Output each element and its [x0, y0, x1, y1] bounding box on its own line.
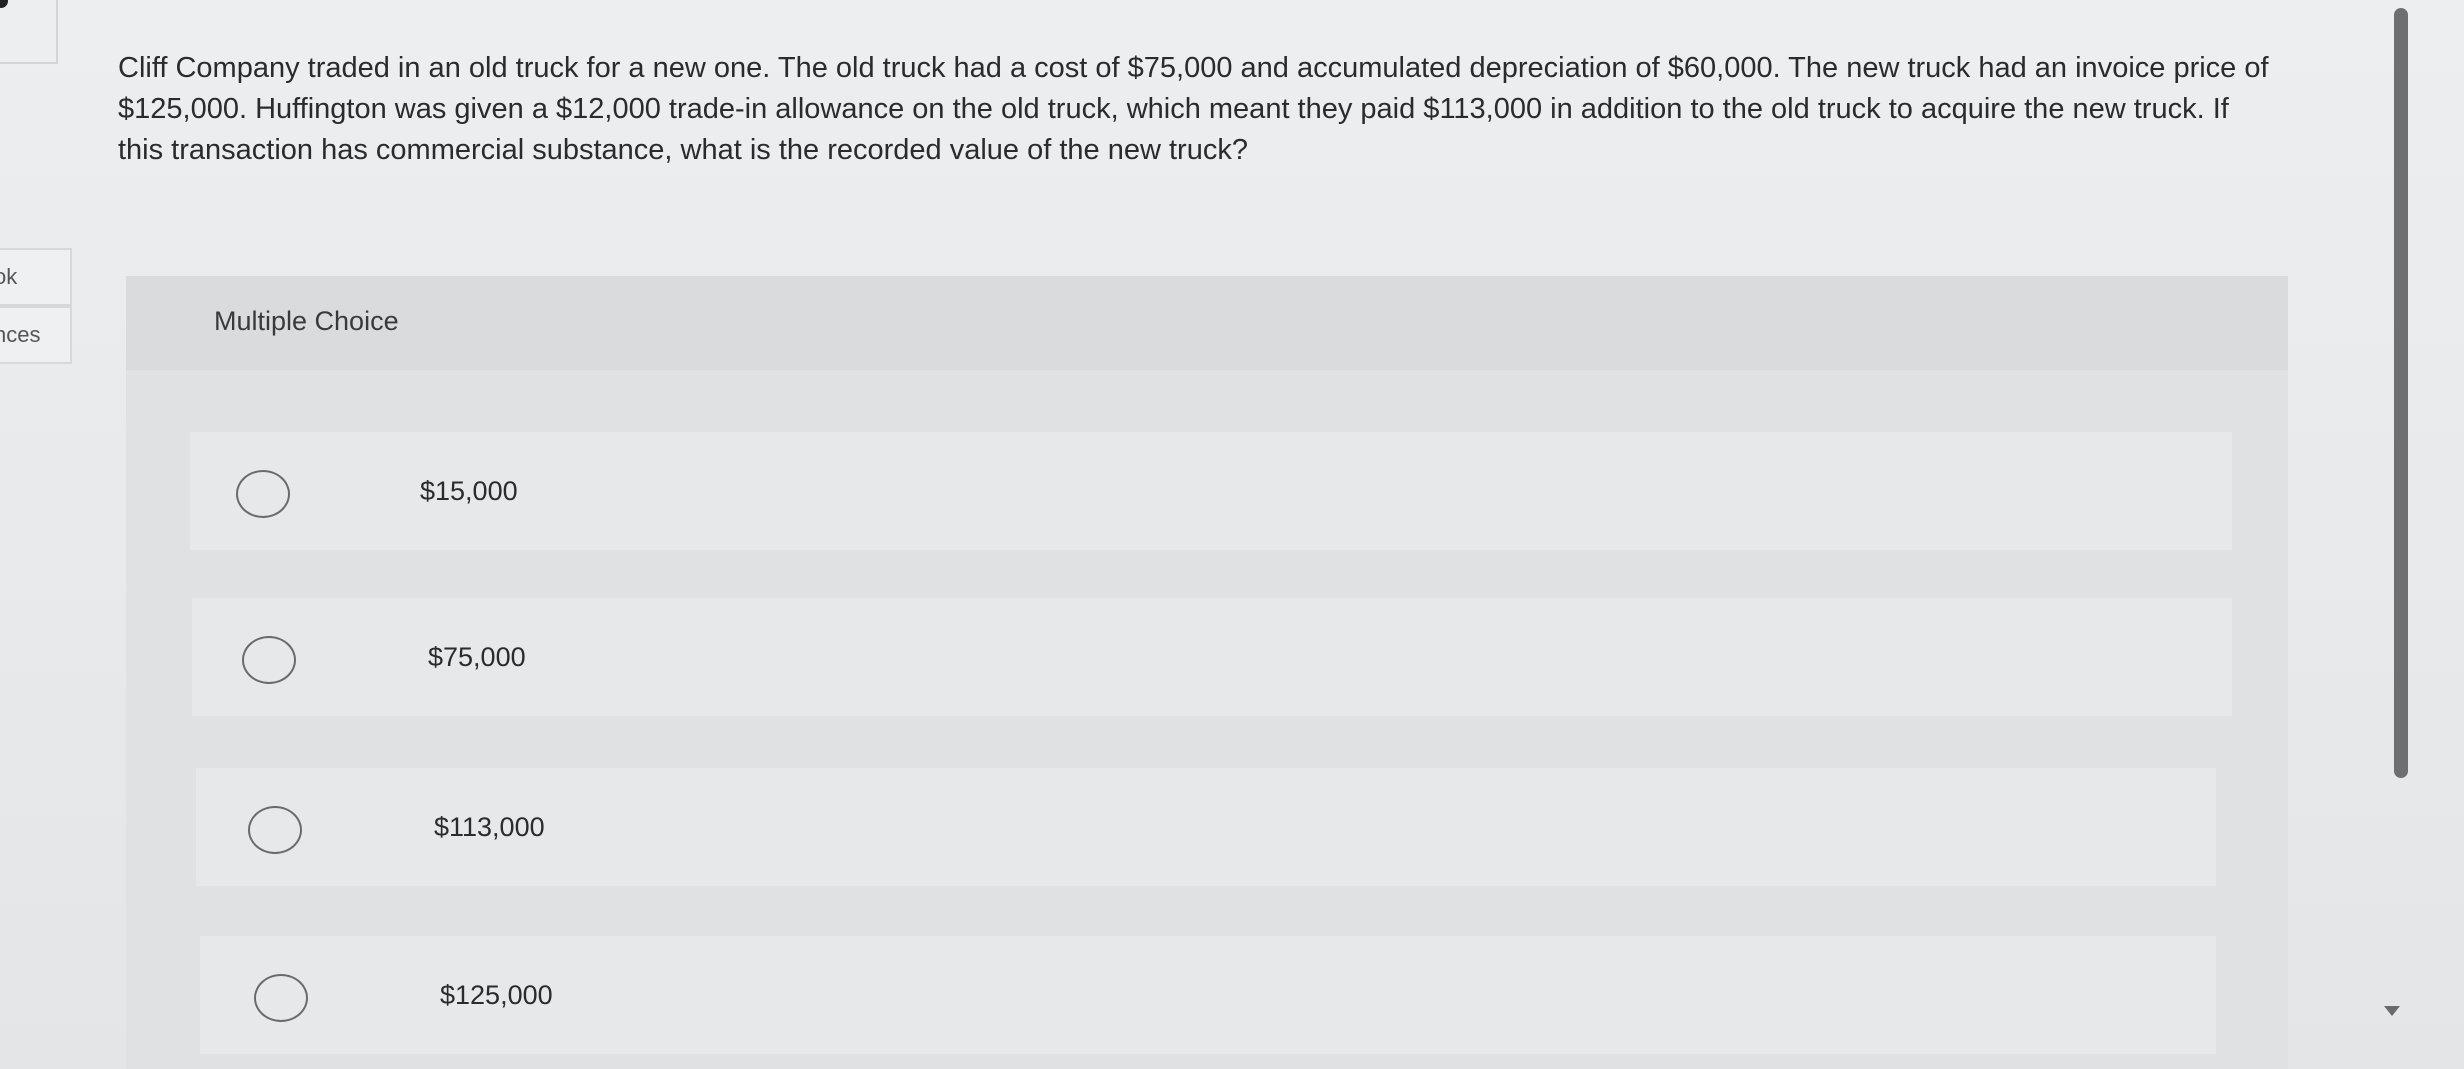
radio-circle-icon[interactable]: [254, 974, 308, 1022]
radio-circle-icon[interactable]: [242, 636, 296, 684]
radio-circle-icon[interactable]: [236, 470, 290, 518]
scrollbar-thumb[interactable]: [2394, 8, 2408, 778]
bullet-dot-icon: [0, 0, 8, 8]
sidebar-tab-ebook[interactable]: ok: [0, 248, 72, 306]
answer-option-3[interactable]: $113,000: [196, 768, 2216, 886]
answer-option-2[interactable]: $75,000: [192, 598, 2232, 716]
multiple-choice-header: Multiple Choice: [126, 276, 2288, 370]
answer-option-4[interactable]: $125,000: [200, 936, 2216, 1054]
multiple-choice-label: Multiple Choice: [214, 306, 399, 336]
left-top-panel-edge: [0, 0, 58, 64]
answer-option-label: $113,000: [434, 812, 545, 842]
sidebar-tab-references[interactable]: nces: [0, 306, 72, 364]
answer-option-1[interactable]: $15,000: [190, 432, 2232, 550]
triangle-down-icon[interactable]: [2384, 1006, 2400, 1016]
answer-option-label: $75,000: [428, 642, 526, 672]
answer-option-label: $15,000: [420, 476, 518, 506]
question-text: Cliff Company traded in an old truck for…: [118, 52, 2269, 166]
radio-circle-icon[interactable]: [248, 806, 302, 854]
multiple-choice-panel: Multiple Choice $15,000 $75,000 $113,000…: [126, 276, 2288, 1069]
answer-option-label: $125,000: [440, 980, 553, 1010]
page: ok nces Cliff Company traded in an old t…: [0, 0, 2464, 1069]
